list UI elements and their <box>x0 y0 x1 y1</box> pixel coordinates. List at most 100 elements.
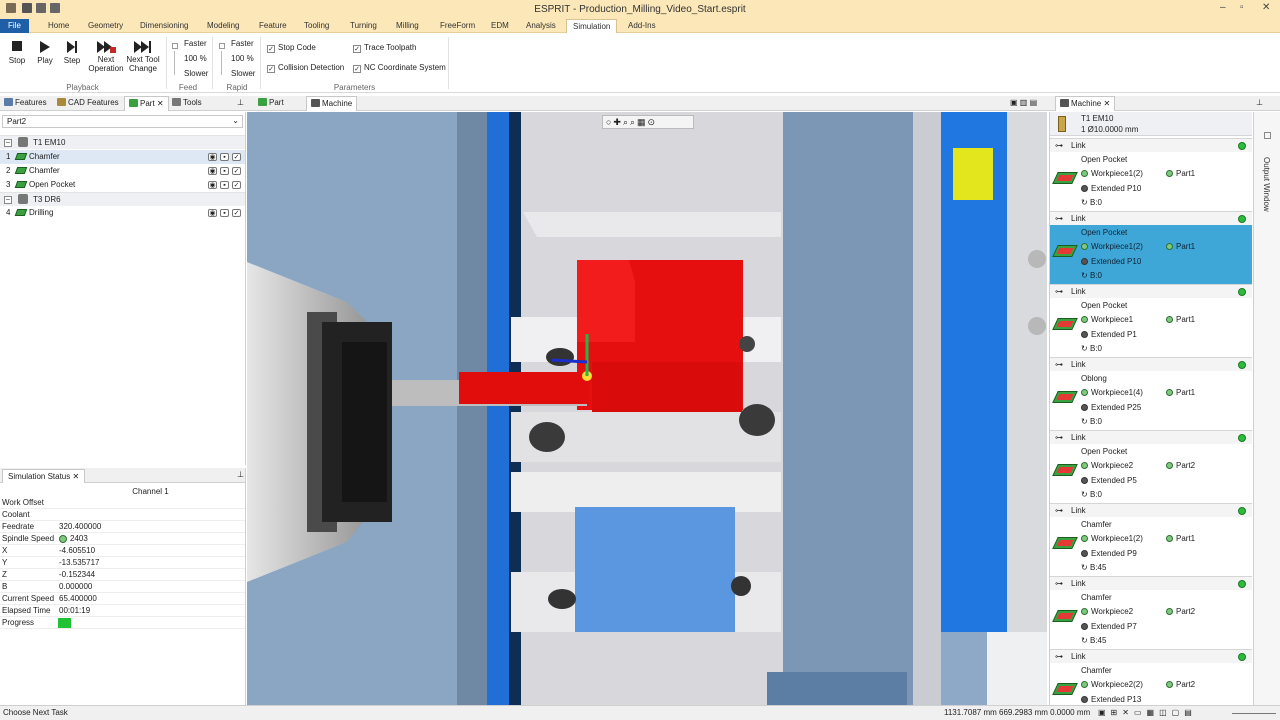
menu-milling[interactable]: Milling <box>396 21 419 30</box>
tab-machine-panel[interactable]: Machine ✕ <box>1055 96 1116 111</box>
machine-op-item[interactable]: ChamferWorkpiece2(2)Part2Extended P13↻ <box>1050 663 1252 705</box>
menu-home[interactable]: Home <box>48 21 69 30</box>
close-button[interactable]: ✕ <box>1262 2 1270 13</box>
link-row[interactable]: ⊶ Link <box>1050 649 1252 663</box>
collapse-icon[interactable]: – <box>4 196 12 204</box>
enabled-checkbox[interactable]: ✓ <box>232 153 241 161</box>
link-row[interactable]: ⊶ Link <box>1050 284 1252 298</box>
status-ok-icon <box>1238 288 1246 296</box>
part-icon <box>1166 316 1173 323</box>
machine-tool-header[interactable]: T1 EM10 1 Ø10.0000 mm <box>1050 112 1252 136</box>
minimize-button[interactable]: – <box>1220 2 1226 13</box>
menu-dimensioning[interactable]: Dimensioning <box>140 21 188 30</box>
zoom-slider[interactable] <box>1232 713 1276 714</box>
tab-view-part[interactable]: Part <box>258 98 284 107</box>
link-row[interactable]: ⊶ Link <box>1050 138 1252 152</box>
extended-icon <box>1081 477 1088 484</box>
menu-analysis[interactable]: Analysis <box>526 21 556 30</box>
endmill-icon <box>1058 116 1066 132</box>
visibility-icon[interactable]: ◉ <box>208 181 217 189</box>
machine-op-item[interactable]: Open Pocket Workpiece2 Part2 Extended P5 ↻ B… <box>1050 444 1252 503</box>
menu-file[interactable]: File <box>0 19 29 33</box>
menu-add-ins[interactable]: Add-Ins <box>628 21 656 30</box>
menu-feature[interactable]: Feature <box>259 21 287 30</box>
close-icon[interactable]: ✕ <box>157 99 164 108</box>
machine-op-item[interactable]: Open Pocket Workpiece1 Part1 Extended P1 ↻ B… <box>1050 298 1252 357</box>
part-dropdown[interactable]: Part2 ⌄ <box>2 115 243 128</box>
link-row[interactable]: ⊶ Link <box>1050 576 1252 590</box>
pin-icon[interactable]: ⊥ <box>237 470 244 479</box>
tool-group-t3[interactable]: – T3 DR6 <box>0 192 245 206</box>
collision-detection-checkbox[interactable]: ✓ Collision Detection <box>267 63 344 73</box>
next-operation-button[interactable]: Next Operation <box>86 41 126 73</box>
link-icon: ⊶ <box>1055 141 1063 150</box>
link-icon: ⊶ <box>1055 360 1063 369</box>
tab-view-machine[interactable]: Machine <box>306 96 358 111</box>
lock-icon[interactable]: ▪ <box>220 153 229 161</box>
visibility-icon[interactable]: ◉ <box>208 167 217 175</box>
menu-edm[interactable]: EDM <box>491 21 509 30</box>
step-button[interactable]: Step <box>61 41 83 65</box>
sim-row-label: X <box>2 546 8 555</box>
machine-op-item[interactable]: Chamfer Workpiece2 Part2 Extended P7 ↻ B:45 <box>1050 590 1252 649</box>
visibility-icon[interactable]: ◉ <box>208 209 217 217</box>
sim-row: Y -13.535717 <box>0 557 245 569</box>
tree-op-4[interactable]: 4 Drilling ◉ ▪ ✓ <box>0 206 245 220</box>
machine-op-item[interactable]: Open Pocket Workpiece1(2) Part1 Extended P1… <box>1050 152 1252 211</box>
tree-op-1[interactable]: 1 Chamfer ◉ ▪ ✓ <box>0 150 245 164</box>
maximize-button[interactable]: ▫ <box>1240 2 1244 13</box>
machine-op-item[interactable]: Oblong Workpiece1(4) Part1 Extended P25 ↻ B:… <box>1050 371 1252 430</box>
part-icon <box>1166 535 1173 542</box>
menu-turning[interactable]: Turning <box>350 21 377 30</box>
window-layout-icons[interactable]: ▣ ▥ ▤ <box>1010 98 1037 107</box>
tab-tools[interactable]: Tools <box>172 98 202 107</box>
tree-op-3[interactable]: 3 Open Pocket ◉ ▪ ✓ <box>0 178 245 192</box>
link-row[interactable]: ⊶ Link <box>1050 357 1252 371</box>
menu-geometry[interactable]: Geometry <box>88 21 123 30</box>
nc-coordinate-system-checkbox[interactable]: ✓ NC Coordinate System <box>353 63 446 73</box>
view-toolbar[interactable]: ○✚⌕⌕▦⊙ <box>602 115 694 129</box>
output-window-sidebar[interactable]: Output Window <box>1253 112 1280 705</box>
machine-op-item[interactable]: Chamfer Workpiece1(2) Part1 Extended P9 ↻ B:… <box>1050 517 1252 576</box>
lock-icon[interactable]: ▪ <box>220 181 229 189</box>
link-row[interactable]: ⊶ Link <box>1050 211 1252 225</box>
machine-viewport[interactable]: ○✚⌕⌕▦⊙ <box>247 112 1047 705</box>
stop-button[interactable]: Stop <box>6 41 28 65</box>
rapid-percent: 100 % <box>231 54 254 63</box>
pin-icon[interactable]: ⊥ <box>1256 98 1263 107</box>
enabled-checkbox[interactable]: ✓ <box>232 209 241 217</box>
ribbon: Stop Play Step Next Operation Next Tool … <box>0 33 1280 93</box>
pin-icon[interactable]: ⊥ <box>237 98 244 107</box>
machine-op-item[interactable]: Open Pocket Workpiece1(2) Part1 Extended P1… <box>1050 225 1252 284</box>
extended-icon <box>1081 331 1088 338</box>
sim-row-value: -4.605510 <box>59 546 96 555</box>
lock-icon[interactable]: ▪ <box>220 167 229 175</box>
tool-group-t1[interactable]: – T1 EM10 <box>0 135 245 149</box>
menu-freeform[interactable]: FreeForm <box>440 21 475 30</box>
close-icon[interactable]: ✕ <box>1103 99 1110 108</box>
close-icon[interactable]: ✕ <box>73 472 80 481</box>
stop-code-checkbox[interactable]: ✓ Stop Code <box>267 43 316 53</box>
tab-simulation-status[interactable]: Simulation Status ✕ <box>2 469 86 483</box>
menu-simulation[interactable]: Simulation <box>566 19 618 34</box>
trace-toolpath-checkbox[interactable]: ✓ Trace Toolpath <box>353 43 416 53</box>
enabled-checkbox[interactable]: ✓ <box>232 167 241 175</box>
snap-toolbar[interactable]: ▣⊞✕▭▦◫▢▤ <box>1098 706 1197 720</box>
menu-tooling[interactable]: Tooling <box>304 21 329 30</box>
link-row[interactable]: ⊶ Link <box>1050 503 1252 517</box>
play-button[interactable]: Play <box>34 41 56 65</box>
tab-part[interactable]: Part ✕ <box>124 96 169 111</box>
operation-icon <box>1052 464 1078 476</box>
tab-features[interactable]: Features <box>4 98 47 107</box>
lock-icon[interactable]: ▪ <box>220 209 229 217</box>
output-window-tab[interactable]: Output Window <box>1262 157 1271 212</box>
next-tool-change-button[interactable]: Next Tool Change <box>124 41 162 73</box>
link-row[interactable]: ⊶ Link <box>1050 430 1252 444</box>
collapse-icon[interactable]: – <box>4 139 12 147</box>
tree-op-2[interactable]: 2 Chamfer ◉ ▪ ✓ <box>0 164 245 178</box>
tab-cad-features[interactable]: CAD Features <box>57 98 119 107</box>
operation-icon <box>1052 245 1078 257</box>
menu-modeling[interactable]: Modeling <box>207 21 239 30</box>
visibility-icon[interactable]: ◉ <box>208 153 217 161</box>
enabled-checkbox[interactable]: ✓ <box>232 181 241 189</box>
